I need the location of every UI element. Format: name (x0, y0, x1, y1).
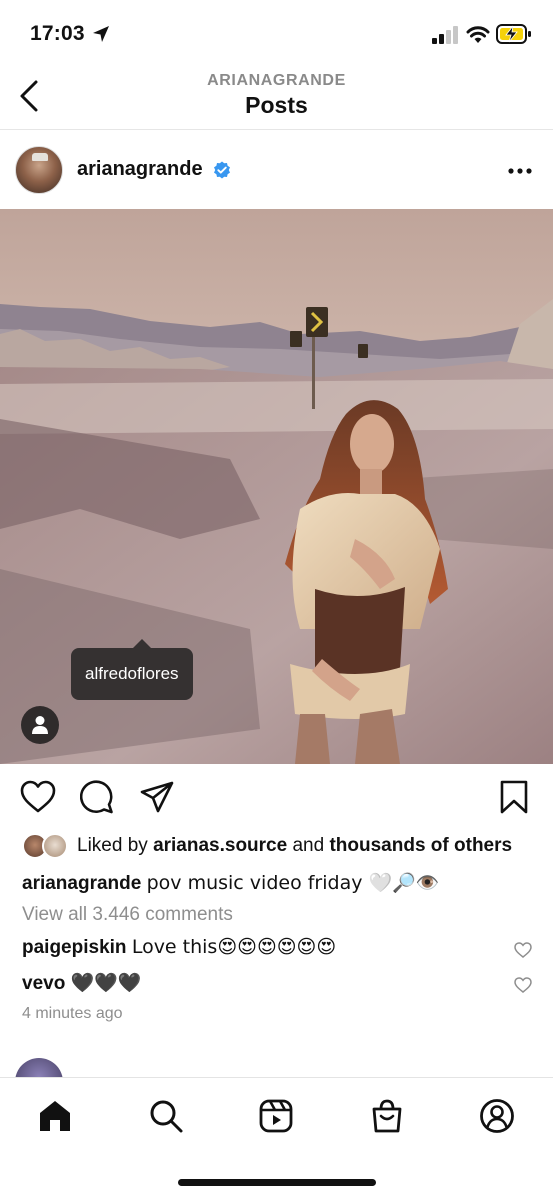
caption-username[interactable]: arianagrande (22, 873, 141, 894)
status-time: 17:03 (30, 22, 85, 45)
tagged-users-icon[interactable] (21, 706, 59, 744)
top-navigation-bar: ARIANAGRANDE Posts (0, 64, 553, 130)
heart-icon[interactable] (20, 780, 56, 814)
liked-by-joiner: and (292, 835, 325, 856)
liker-avatar (42, 833, 68, 859)
liked-by-user[interactable]: arianas.source (153, 835, 287, 856)
reels-icon[interactable] (258, 1098, 294, 1134)
liked-by-others[interactable]: thousands of others (329, 835, 512, 856)
comment-username[interactable]: paigepiskin (22, 937, 127, 958)
page-title: Posts (245, 92, 308, 118)
send-icon[interactable] (139, 780, 175, 814)
profile-icon[interactable] (479, 1098, 515, 1134)
likes-summary[interactable]: Liked by arianas.source and thousands of… (22, 833, 553, 861)
post-caption: arianagrande pov music video friday 🤍🔎👁️ (22, 871, 439, 895)
bookmark-icon[interactable] (499, 780, 529, 814)
post-timestamp: 4 minutes ago (22, 1005, 123, 1022)
caption-text: pov music video friday 🤍🔎👁️ (146, 872, 440, 894)
comment-row: paigepiskin Love this😍😍😍😍😍😍 (22, 936, 542, 966)
view-all-comments-link[interactable]: View all 3.446 comments (22, 904, 233, 926)
post-action-bar (0, 764, 553, 830)
comment-like-heart-icon[interactable] (514, 977, 532, 993)
comment-icon[interactable] (80, 780, 114, 814)
comment-username[interactable]: vevo (22, 973, 65, 994)
comment-text: Love this😍😍😍😍😍😍 (131, 936, 337, 958)
comment-row: vevo 🖤🖤🖤 (22, 971, 542, 1001)
battery-charging-icon (496, 24, 531, 44)
verified-badge-icon (214, 161, 230, 179)
post-username[interactable]: arianagrande (77, 158, 203, 181)
location-arrow-icon (93, 26, 109, 42)
cellular-signal-icon (432, 26, 458, 44)
likes-text: Liked by arianas.source and thousands of… (77, 835, 512, 857)
liked-by-prefix: Liked by (77, 835, 148, 856)
ellipsis-icon[interactable] (507, 167, 533, 175)
comment-like-heart-icon[interactable] (514, 942, 532, 958)
comment-text: 🖤🖤🖤 (70, 972, 142, 994)
search-icon[interactable] (148, 1098, 184, 1134)
post-header: arianagrande (0, 131, 553, 209)
home-icon[interactable] (37, 1098, 73, 1134)
home-indicator[interactable] (178, 1179, 376, 1186)
shop-icon[interactable] (369, 1098, 405, 1134)
header-account-name: ARIANAGRANDE (207, 72, 346, 89)
user-tag-bubble[interactable]: alfredoflores (71, 639, 193, 700)
post-image[interactable]: alfredoflores (0, 209, 553, 764)
avatar[interactable] (15, 146, 63, 194)
status-bar: 17:03 (0, 0, 553, 64)
wifi-icon (466, 26, 490, 43)
next-post-avatar[interactable] (15, 1058, 63, 1078)
